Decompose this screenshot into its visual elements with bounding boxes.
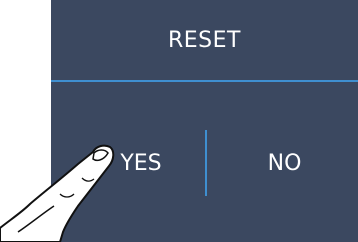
reset-dialog: RESET YES NO: [51, 0, 358, 242]
dialog-title: RESET: [168, 27, 241, 53]
screen: RESET YES NO: [0, 0, 358, 242]
button-divider: [205, 130, 207, 196]
title-divider: [51, 80, 358, 82]
yes-button[interactable]: YES: [81, 130, 201, 196]
no-button[interactable]: NO: [211, 130, 358, 196]
